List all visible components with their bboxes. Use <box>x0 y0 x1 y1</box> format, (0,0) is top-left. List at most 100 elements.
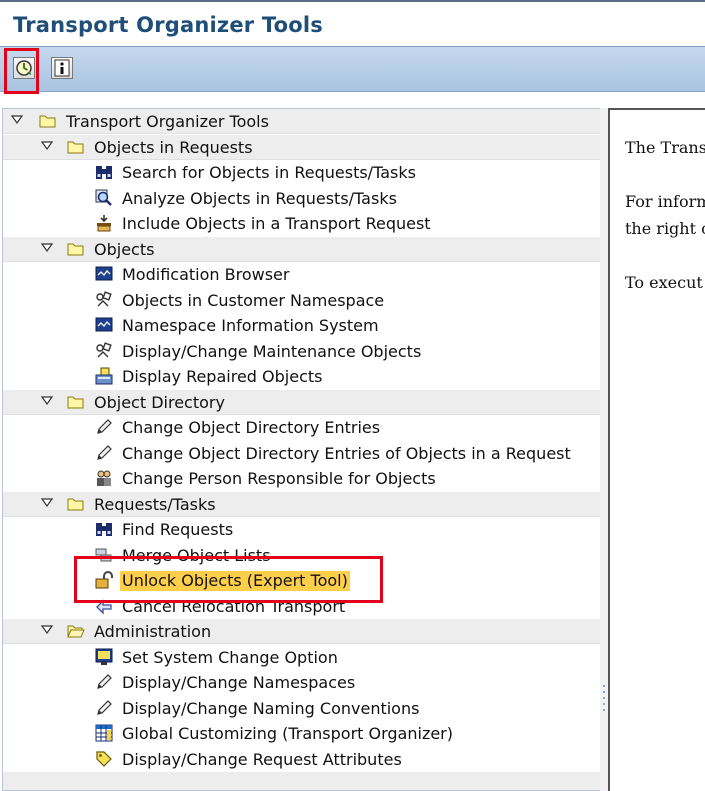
tree-node[interactable]: Unlock Objects (Expert Tool) <box>3 568 601 593</box>
expand-triangle-icon[interactable] <box>41 140 53 152</box>
tree-node-label: Find Requests <box>122 520 234 539</box>
tree-node[interactable]: Objects in Customer Namespace <box>3 288 601 313</box>
tree-node-label: Display/Change Maintenance Objects <box>122 342 422 361</box>
repaired-objects-icon <box>95 367 113 385</box>
monitor-icon <box>95 317 113 332</box>
pencil-icon <box>97 674 112 689</box>
expand-triangle-icon[interactable] <box>41 242 53 254</box>
tree-node-label: Display/Change Naming Conventions <box>122 699 420 718</box>
page-title: Transport Organizer Tools <box>13 13 323 37</box>
splitter-grip-icon <box>603 685 605 711</box>
application-toolbar <box>0 46 705 92</box>
tree-node-label: Modification Browser <box>122 265 290 284</box>
panel-splitter[interactable] <box>600 108 608 791</box>
magnifier-icon <box>95 189 112 206</box>
tree-node[interactable]: Display Repaired Objects <box>3 364 601 389</box>
tree-folder-label: Administration <box>94 622 212 641</box>
tree-node-label-selected: Unlock Objects (Expert Tool) <box>120 571 350 591</box>
description-line: To execut <box>625 273 703 292</box>
tree-node-label: Namespace Information System <box>122 316 379 335</box>
tree-root[interactable]: Transport Organizer Tools <box>3 109 601 134</box>
binoculars-icon <box>96 523 112 536</box>
tree-node-label: Search for Objects in Requests/Tasks <box>122 163 416 182</box>
tree-node[interactable]: Cancel Relocation Transport <box>3 594 601 619</box>
folder-icon <box>67 243 84 256</box>
tree-folder[interactable]: Objects <box>3 237 601 262</box>
title-bar: Transport Organizer Tools <box>0 0 705 46</box>
include-icon <box>97 215 111 232</box>
tree-node-label: Display/Change Request Attributes <box>122 750 402 769</box>
tree-node[interactable]: Display/Change Request Attributes <box>3 747 601 772</box>
tree-node[interactable]: Display/Change Maintenance Objects <box>3 339 601 364</box>
folder-icon <box>39 115 56 128</box>
pencil-icon <box>97 700 112 715</box>
objects-icon <box>96 291 112 307</box>
tree-node[interactable]: Find Requests <box>3 517 601 542</box>
tree-node-label: Change Person Responsible for Objects <box>122 469 436 488</box>
description-line: the right c <box>625 219 705 238</box>
tree-node[interactable]: Namespace Information System <box>3 313 601 338</box>
tree-node[interactable]: Set System Change Option <box>3 645 601 670</box>
merge-icon <box>95 548 112 562</box>
system-change-icon <box>95 648 113 665</box>
tree-node[interactable]: Merge Object Lists <box>3 543 601 568</box>
binoculars-icon <box>96 166 112 179</box>
tree-empty-row <box>3 772 601 790</box>
tree-folder-label: Transport Organizer Tools <box>66 112 269 131</box>
expand-triangle-icon[interactable] <box>41 497 53 509</box>
tree-folder-label: Object Directory <box>94 393 225 412</box>
execute-button[interactable] <box>13 57 35 79</box>
tree-folder[interactable]: Requests/Tasks <box>3 492 601 517</box>
tree-folder[interactable]: Administration <box>3 619 601 644</box>
tree-node[interactable]: Global Customizing (Transport Organizer) <box>3 721 601 746</box>
tree-node-label: Include Objects in a Transport Request <box>122 214 431 233</box>
expand-triangle-icon[interactable] <box>11 114 23 126</box>
monitor-icon <box>95 266 113 281</box>
info-icon <box>54 59 70 77</box>
tree-node[interactable]: Change Person Responsible for Objects <box>3 466 601 491</box>
description-line: For inform <box>625 192 705 211</box>
tree-node-label: Analyze Objects in Requests/Tasks <box>122 189 397 208</box>
unlock-icon <box>95 571 113 589</box>
table-icon <box>95 724 113 742</box>
tree-node[interactable]: Change Object Directory Entries <box>3 415 601 440</box>
tree-node-label: Change Object Directory Entries <box>122 418 381 437</box>
objects-icon <box>96 342 112 358</box>
expand-triangle-icon[interactable] <box>41 395 53 407</box>
tree-node-label: Display/Change Namespaces <box>122 673 356 692</box>
pencil-icon <box>97 419 112 434</box>
tree-folder[interactable]: Object Directory <box>3 390 601 415</box>
tree-folder-label: Objects in Requests <box>94 138 253 157</box>
tree-node-label: Global Customizing (Transport Organizer) <box>122 724 453 743</box>
description-line: The Trans <box>625 138 705 157</box>
tree-node-label: Cancel Relocation Transport <box>122 597 346 616</box>
pencil-icon <box>97 445 112 460</box>
tree-node[interactable]: Include Objects in a Transport Request <box>3 211 601 236</box>
folder-icon <box>67 396 84 409</box>
persons-icon <box>97 470 111 486</box>
info-button[interactable] <box>51 57 73 79</box>
tree-node[interactable]: Search for Objects in Requests/Tasks <box>3 160 601 185</box>
tree-node[interactable]: Display/Change Naming Conventions <box>3 696 601 721</box>
tree-node[interactable]: Display/Change Namespaces <box>3 670 601 695</box>
cancel-relocation-icon <box>96 599 112 615</box>
folder-icon <box>67 498 84 511</box>
tag-icon <box>96 751 112 767</box>
open-folder-icon <box>67 625 85 638</box>
clock-execute-icon <box>16 60 32 76</box>
tree-node-label: Display Repaired Objects <box>122 367 323 386</box>
tree-node[interactable]: Modification Browser <box>3 262 601 287</box>
tree-panel: Transport Organizer Tools Objects in Requ… <box>2 108 602 791</box>
tree-node-label: Set System Change Option <box>122 648 338 667</box>
expand-triangle-icon[interactable] <box>41 624 53 636</box>
tree-node-label: Change Object Directory Entries of Objec… <box>122 444 571 463</box>
tree-node-label: Objects in Customer Namespace <box>122 291 385 310</box>
tree-node-label: Merge Object Lists <box>122 546 271 565</box>
tree-folder-label: Objects <box>94 240 155 259</box>
tree-node[interactable]: Analyze Objects in Requests/Tasks <box>3 186 601 211</box>
tree-folder-label: Requests/Tasks <box>94 495 216 514</box>
tree-node[interactable]: Change Object Directory Entries of Objec… <box>3 441 601 466</box>
description-panel: The Trans For inform the right c To exec… <box>608 108 705 791</box>
tree-folder[interactable]: Objects in Requests <box>3 135 601 160</box>
folder-icon <box>67 141 84 154</box>
